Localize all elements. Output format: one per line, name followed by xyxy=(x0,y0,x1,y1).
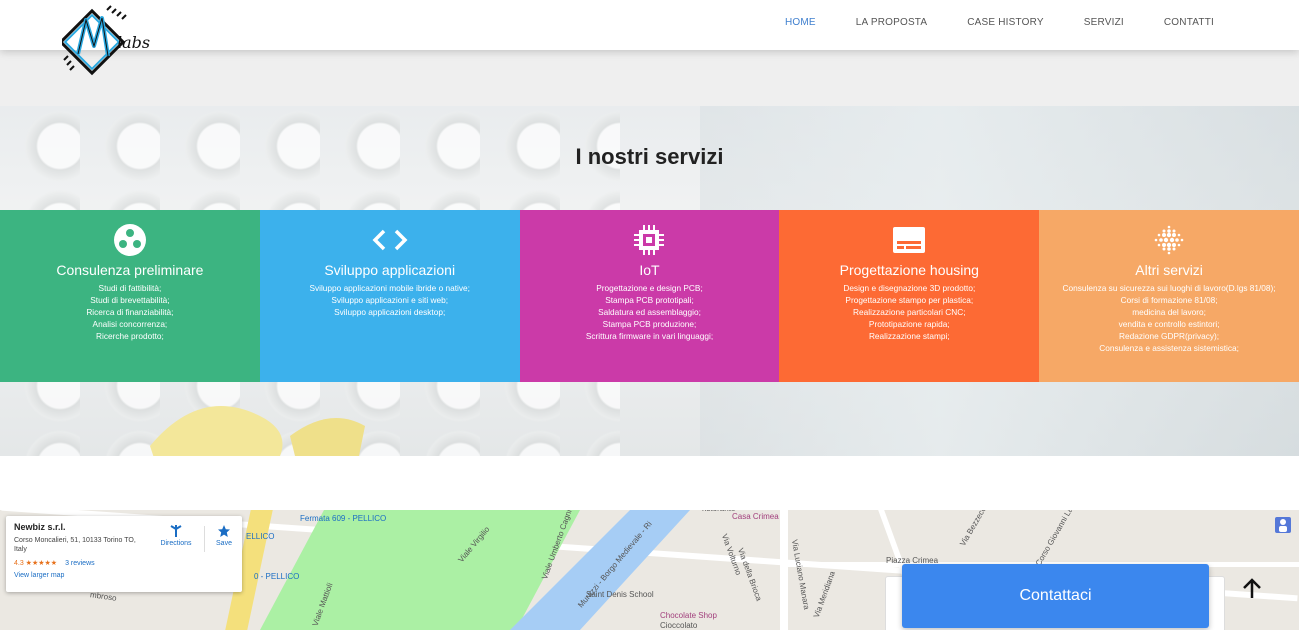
service-title: IoT xyxy=(639,262,660,278)
arrow-up-icon xyxy=(1243,578,1261,598)
list-item: Realizzazione particolari CNC; xyxy=(853,307,966,317)
map-label: 0 - PELLICO xyxy=(254,572,300,581)
list-item: Analisi concorrenza; xyxy=(92,319,168,329)
list-item: Studi di fattibilità; xyxy=(98,283,162,293)
nav-case-history[interactable]: CASE HISTORY xyxy=(967,17,1044,28)
place-rating: 4.3 ★★★★★ 3 reviews xyxy=(14,559,234,567)
map-label: Corso Giovanni Lan xyxy=(1033,510,1077,568)
service-list: Design e disegnazione 3D prodotto; Proge… xyxy=(779,282,1039,342)
rating-stars: 4.3 ★★★★★ xyxy=(14,560,58,567)
nav-la-proposta[interactable]: LA PROPOSTA xyxy=(856,17,927,28)
directions-label: Directions xyxy=(160,540,192,547)
section-title: I nostri servizi xyxy=(575,144,724,169)
map-label: Chocolate Shop xyxy=(660,611,717,620)
list-item: Progettazione e design PCB; xyxy=(596,283,703,293)
header-spacer xyxy=(0,50,1299,106)
background-chair xyxy=(150,406,365,456)
map-label: ELLICO xyxy=(246,532,275,541)
star-icon xyxy=(218,525,230,537)
list-item: Stampa PCB prototipali; xyxy=(605,295,694,305)
directions-icon xyxy=(170,525,182,537)
service-consulenza[interactable]: Consulenza preliminare Studi di fattibil… xyxy=(0,210,260,382)
list-item: Sviluppo applicazioni mobile ibride o na… xyxy=(309,283,470,293)
reviews-link[interactable]: 3 reviews xyxy=(65,560,95,567)
list-item: Stampa PCB produzione; xyxy=(602,319,697,329)
list-item: Corsi di formazione 81/08; xyxy=(1120,295,1218,305)
nav-contatti[interactable]: CONTATTI xyxy=(1164,17,1214,28)
nav-home[interactable]: HOME xyxy=(785,17,816,28)
list-item: Ricerche prodotto; xyxy=(96,331,164,341)
map-label: Saint Denis School xyxy=(586,590,654,599)
card-icon xyxy=(893,227,926,253)
service-title: Sviluppo applicazioni xyxy=(324,262,456,278)
map-label: mbroso xyxy=(89,590,118,603)
service-altri[interactable]: Altri servizi Consulenza su sicurezza su… xyxy=(1039,210,1299,382)
save-button[interactable]: Save xyxy=(210,524,238,547)
list-item: Sviluppo applicazioni e siti web; xyxy=(331,295,449,305)
map-label: ristorante xyxy=(702,510,735,513)
list-item: Realizzazione stampi; xyxy=(868,331,950,341)
list-item: Prototipazione rapida; xyxy=(868,319,950,329)
service-list: Studi di fattibilità; Studi di brevettab… xyxy=(0,282,260,342)
map-label: Via della Brioca xyxy=(736,546,764,603)
main-nav: HOME LA PROPOSTA CASE HISTORY SERVIZI CO… xyxy=(785,0,1214,44)
place-address: Corso Moncalieri, 51, 10133 Torino TO, I… xyxy=(14,537,136,553)
map-label: Cioccolato xyxy=(660,621,698,630)
list-item: Ricerca di finanziabilità; xyxy=(86,307,174,317)
list-item: Consulenza su sicurezza sui luoghi di la… xyxy=(1062,283,1276,293)
service-list: Progettazione e design PCB; Stampa PCB p… xyxy=(520,282,780,342)
list-item: Design e disegnazione 3D prodotto; xyxy=(843,283,976,293)
chip-icon xyxy=(634,225,665,255)
list-item: medicina del lavoro; xyxy=(1132,307,1206,317)
service-list: Consulenza su sicurezza sui luoghi di la… xyxy=(1039,282,1299,354)
list-item: Progettazione stampo per plastica; xyxy=(845,295,974,305)
directions-button[interactable]: Directions xyxy=(156,524,196,547)
service-housing[interactable]: Progettazione housing Design e disegnazi… xyxy=(779,210,1040,382)
code-icon xyxy=(372,229,408,251)
pegman-icon[interactable] xyxy=(1275,517,1291,533)
map-label: Fermata 609 - PELLICO xyxy=(300,514,387,523)
map-label: Via Meridiana xyxy=(811,570,837,619)
list-item: Sviluppo applicazioni desktop; xyxy=(334,307,446,317)
service-list: Sviluppo applicazioni mobile ibride o na… xyxy=(260,282,520,318)
place-name: Newbiz s.r.l. xyxy=(14,522,66,532)
page: labs HOME LA PROPOSTA CASE HISTORY SERVI… xyxy=(0,0,1299,630)
list-item: Saldatura ed assemblaggio; xyxy=(598,307,701,317)
contattaci-button[interactable]: Contattaci xyxy=(902,564,1209,628)
nav-servizi[interactable]: SERVIZI xyxy=(1084,17,1124,28)
list-item: Scrittura firmware in vari linguaggi; xyxy=(585,331,714,341)
map-label: Via Luciano Manara xyxy=(789,538,812,611)
map-road xyxy=(780,510,788,630)
save-label: Save xyxy=(216,540,232,547)
list-item: Redazione GDPR(privacy); xyxy=(1119,331,1220,341)
scroll-top-button[interactable] xyxy=(1232,572,1272,606)
map-label: Via Bezzecca xyxy=(958,510,991,548)
service-sviluppo[interactable]: Sviluppo applicazioni Sviluppo applicazi… xyxy=(259,210,520,382)
mulabs-logo[interactable]: labs xyxy=(62,4,154,76)
service-title: Altri servizi xyxy=(1135,262,1203,278)
list-item: vendita e controllo estintori; xyxy=(1118,319,1220,329)
map-place-card: Newbiz s.r.l. Corso Moncalieri, 51, 1013… xyxy=(6,516,242,592)
svg-text:labs: labs xyxy=(117,33,150,52)
view-larger-map-link[interactable]: View larger map xyxy=(14,572,234,579)
map-label: Casa Crimea xyxy=(732,512,779,521)
service-title: Consulenza preliminare xyxy=(56,262,204,278)
list-item: Consulenza e assistenza sistemistica; xyxy=(1099,343,1239,353)
service-title: Progettazione housing xyxy=(839,262,979,278)
site-header: labs HOME LA PROPOSTA CASE HISTORY SERVI… xyxy=(0,0,1299,76)
divider xyxy=(204,526,205,552)
dots-grid-icon xyxy=(1154,225,1184,255)
services-row: Consulenza preliminare Studi di fattibil… xyxy=(0,210,1299,382)
service-iot[interactable]: IoT Progettazione e design PCB; Stampa P… xyxy=(519,210,780,382)
list-item: Studi di brevettabilità; xyxy=(90,295,170,305)
services-section: I nostri servizi Consulenza preliminare … xyxy=(0,106,1299,456)
bubbles-icon xyxy=(113,224,146,256)
